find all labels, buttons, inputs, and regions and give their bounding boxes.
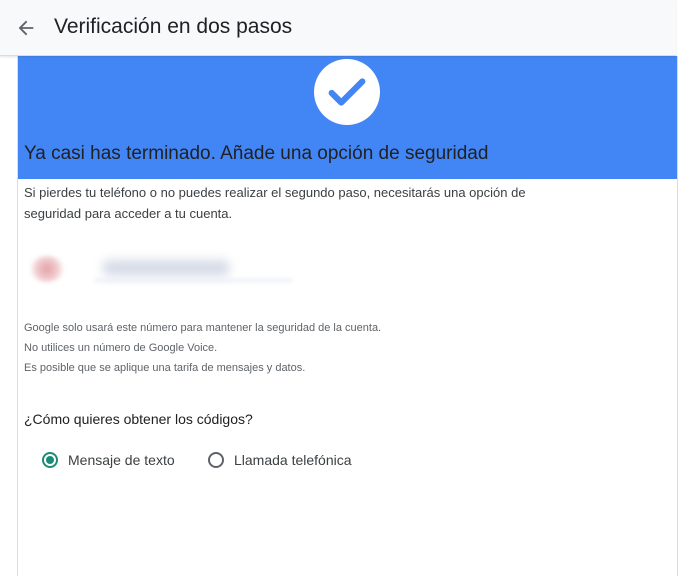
option-phone-call[interactable]: Llamada telefónica [208, 449, 352, 471]
description-line: seguridad para acceder a tu cuenta. [24, 206, 233, 221]
note-line: No utilices un número de Google Voice. [24, 342, 218, 354]
phone-number-field[interactable] [24, 252, 294, 286]
arrow-back-icon [18, 20, 34, 36]
radio-unchecked-icon[interactable] [208, 452, 224, 468]
option-label: Mensaje de texto [68, 452, 175, 468]
info-notes: Google solo usará este número para mante… [24, 318, 624, 378]
page-title: Verificación en dos pasos [54, 15, 293, 38]
field-underline [94, 279, 292, 282]
back-button[interactable] [12, 14, 40, 42]
country-flag-icon[interactable] [30, 256, 64, 282]
section-heading: Ya casi has terminado. Añade una opción … [24, 143, 489, 164]
check-badge [314, 59, 380, 125]
option-text-message[interactable]: Mensaje de texto [42, 449, 175, 471]
description: Si pierdes tu teléfono o no puedes reali… [24, 182, 624, 224]
note-line: Es posible que se aplique una tarifa de … [24, 362, 306, 374]
note-line: Google solo usará este número para mante… [24, 322, 382, 334]
content-card [17, 56, 678, 576]
top-app-bar: Verificación en dos pasos [0, 0, 676, 56]
delivery-question: ¿Cómo quieres obtener los códigos? [24, 411, 253, 427]
phone-number-value [102, 260, 230, 276]
check-icon [328, 78, 366, 106]
option-label: Llamada telefónica [234, 452, 352, 468]
radio-checked-icon[interactable] [42, 452, 58, 468]
radio-dot [46, 456, 54, 464]
description-line: Si pierdes tu teléfono o no puedes reali… [24, 185, 526, 200]
